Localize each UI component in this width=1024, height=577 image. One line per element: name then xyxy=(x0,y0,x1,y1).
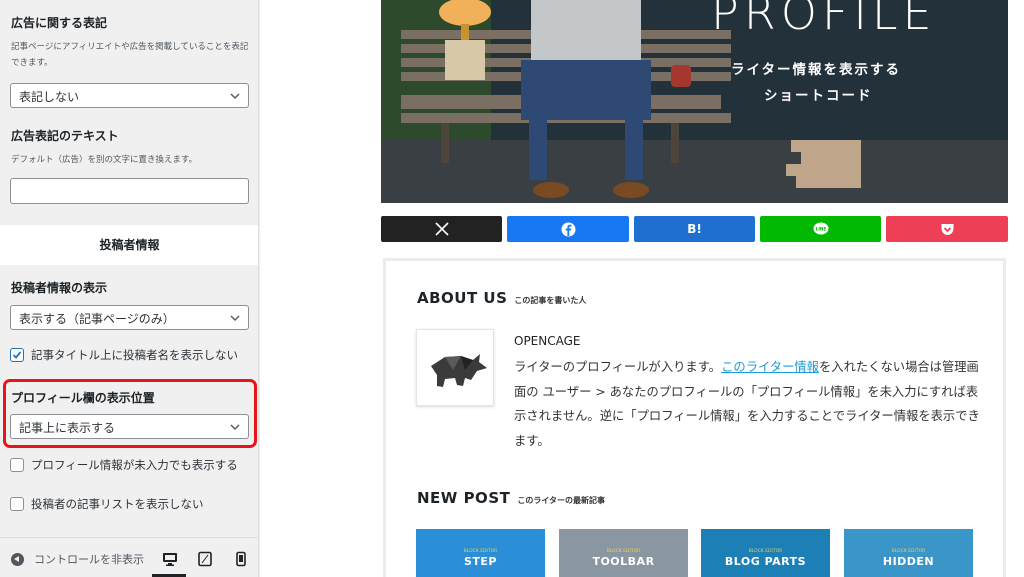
post-thumbnail[interactable]: BLOCK EDITOR TOOLBAR xyxy=(559,529,688,577)
thumbnail-caption: BLOCK EDITOR xyxy=(463,549,498,554)
ad-text-description: デフォルト（広告）を別の文字に置き換えます。 xyxy=(11,155,198,165)
hide-post-list-checkbox-row[interactable]: 投稿者の記事リストを表示しない xyxy=(10,496,204,512)
checkmark-icon xyxy=(12,351,22,359)
customizer-footer: コントロールを非表示 xyxy=(0,537,258,577)
hero-title: PROFILE xyxy=(711,0,937,40)
line-icon: LINE xyxy=(813,222,828,235)
customizer-sidebar: 広告に関する表記 記事ページにアフィリエイトや広告を掲載していることを表記できま… xyxy=(0,0,259,577)
hero-image: PROFILE ライター情報を表示する ショートコード xyxy=(381,0,1008,203)
ad-text-input[interactable] xyxy=(10,178,249,204)
rhino-logo-icon xyxy=(431,354,487,387)
ad-notice-title: 広告に関する表記 xyxy=(11,16,108,30)
avatar xyxy=(416,329,494,406)
new-post-heading: NEW POST このライターの最新記事 xyxy=(417,489,605,507)
mobile-icon[interactable] xyxy=(233,551,249,567)
hide-author-name-checkbox-row[interactable]: 記事タイトル上に投稿者名を表示しない xyxy=(10,347,238,363)
post-thumbnail[interactable]: BLOCK EDITOR STEP xyxy=(416,529,545,577)
new-post-heading-jp: このライターの最新記事 xyxy=(517,496,606,505)
hide-author-name-checkbox[interactable] xyxy=(10,348,24,362)
new-post-heading-en: NEW POST xyxy=(417,489,511,507)
author-display-select-value: 表示する（記事ページのみ） xyxy=(19,312,175,326)
post-thumbnail[interactable]: BLOCK EDITOR HIDDEN xyxy=(844,529,973,577)
share-pocket-button[interactable] xyxy=(886,216,1008,242)
hide-post-list-checkbox[interactable] xyxy=(10,497,24,511)
author-bio-prefix: ライターのプロフィールが入ります。 xyxy=(514,360,722,374)
hide-post-list-label: 投稿者の記事リストを表示しない xyxy=(31,497,204,511)
thumbnail-title: TOOLBAR xyxy=(592,555,655,568)
desktop-icon[interactable] xyxy=(162,551,178,567)
about-us-heading: ABOUT US この記事を書いた人 xyxy=(417,289,586,307)
thumbnail-title: BLOG PARTS xyxy=(724,555,807,568)
writer-info-link[interactable]: このライター情報 xyxy=(721,360,819,374)
chevron-down-icon xyxy=(230,93,240,99)
hatena-icon: B! xyxy=(687,222,702,236)
author-group-header: 投稿者情報 xyxy=(0,225,258,265)
facebook-icon xyxy=(561,222,575,236)
author-name: OPENCAGE xyxy=(514,334,581,348)
hero-subtitle-line2: ショートコード xyxy=(764,88,873,104)
thumbnail-title: HIDDEN xyxy=(882,555,935,568)
thumbnail-title: STEP xyxy=(463,555,497,568)
ad-notice-select[interactable]: 表記しない xyxy=(10,83,249,108)
author-display-title: 投稿者情報の表示 xyxy=(11,281,108,295)
thumbnail-caption: BLOCK EDITOR xyxy=(891,549,926,554)
show-empty-profile-checkbox[interactable] xyxy=(10,458,24,472)
hide-controls-button[interactable]: コントロールを非表示 xyxy=(11,551,144,567)
share-line-button[interactable]: LINE xyxy=(760,216,881,242)
line-icon-text: LINE xyxy=(815,226,826,231)
about-us-heading-en: ABOUT US xyxy=(417,289,508,307)
about-us-heading-jp: この記事を書いた人 xyxy=(514,296,587,305)
x-logo-icon xyxy=(434,222,449,236)
share-hatena-button[interactable]: B! xyxy=(634,216,755,242)
share-facebook-button[interactable] xyxy=(507,216,629,242)
show-empty-profile-label: プロフィール情報が未入力でも表示する xyxy=(31,458,238,472)
post-thumbnail[interactable]: BLOCK EDITOR BLOG PARTS xyxy=(701,529,830,577)
ad-notice-description: 記事ページにアフィリエイトや広告を掲載していることを表記できます。 xyxy=(11,42,249,68)
highlight-box xyxy=(3,379,257,448)
share-x-button[interactable] xyxy=(381,216,502,242)
author-bio: ライターのプロフィールが入ります。このライター情報を入れたくない場合は管理画面の… xyxy=(514,355,984,453)
hero-subtitle-line1: ライター情報を表示する xyxy=(731,62,901,78)
ad-text-title: 広告表記のテキスト xyxy=(11,129,119,143)
thumbnail-caption: BLOCK EDITOR xyxy=(606,549,641,554)
tablet-icon[interactable] xyxy=(197,551,213,567)
thumbnail-caption: BLOCK EDITOR xyxy=(748,549,783,554)
hide-controls-label: コントロールを非表示 xyxy=(34,553,144,566)
author-display-select[interactable]: 表示する（記事ページのみ） xyxy=(10,305,249,330)
collapse-arrow-icon xyxy=(11,552,24,566)
hide-author-name-label: 記事タイトル上に投稿者名を表示しない xyxy=(31,348,238,362)
show-empty-profile-checkbox-row[interactable]: プロフィール情報が未入力でも表示する xyxy=(10,457,238,473)
pocket-icon xyxy=(941,223,953,235)
ad-notice-select-value: 表記しない xyxy=(19,90,80,104)
chevron-down-icon xyxy=(230,315,240,321)
